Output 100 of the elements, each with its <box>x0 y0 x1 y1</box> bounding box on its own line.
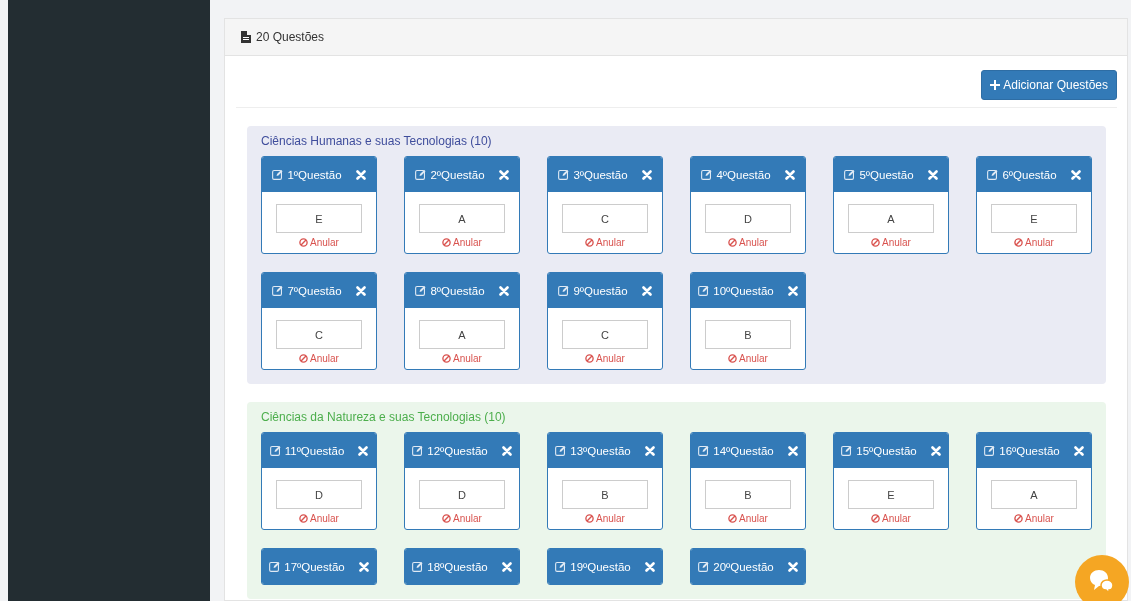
cancel-link[interactable]: Anular <box>871 237 911 248</box>
answer-field[interactable]: A <box>419 204 505 233</box>
ban-icon <box>585 238 595 247</box>
cancel-link[interactable]: Anular <box>871 513 911 524</box>
edit-icon[interactable] <box>698 285 710 296</box>
ban-icon <box>871 238 881 247</box>
add-questions-button[interactable]: Adicionar Questões <box>981 70 1117 100</box>
ban-icon <box>442 514 452 523</box>
edit-icon[interactable] <box>841 445 853 456</box>
close-icon[interactable] <box>930 445 941 456</box>
question-title: 15ºQuestão <box>856 444 917 457</box>
edit-icon[interactable] <box>844 169 856 180</box>
section-title: Ciências da Natureza e suas Tecnologias (10) <box>261 410 507 424</box>
cancel-link[interactable]: Anular <box>728 237 768 248</box>
answer-field[interactable]: D <box>705 204 791 233</box>
ban-icon <box>1014 238 1024 247</box>
close-icon[interactable] <box>1073 445 1084 456</box>
ban-icon <box>442 238 452 247</box>
close-icon[interactable] <box>927 169 938 180</box>
question-title: 7ºQuestão <box>287 284 342 297</box>
answer-field[interactable]: B <box>705 480 791 509</box>
cancel-link[interactable]: Anular <box>442 237 482 248</box>
cancel-link[interactable]: Anular <box>442 353 482 364</box>
question-title: 10ºQuestão <box>713 284 774 297</box>
answer-field[interactable]: D <box>419 480 505 509</box>
answer-field[interactable]: C <box>562 204 648 233</box>
close-icon[interactable] <box>641 169 652 180</box>
edit-icon[interactable] <box>555 445 567 456</box>
edit-icon[interactable] <box>272 285 284 296</box>
close-icon[interactable] <box>501 445 512 456</box>
answer-field[interactable]: A <box>991 480 1077 509</box>
panel-title: 20 Questões <box>256 30 325 44</box>
answer-field[interactable]: D <box>276 480 362 509</box>
edit-icon[interactable] <box>412 445 424 456</box>
answer-field[interactable]: A <box>419 320 505 349</box>
close-icon[interactable] <box>498 169 509 180</box>
question-title: 14ºQuestão <box>713 444 774 457</box>
close-icon[interactable] <box>641 285 652 296</box>
edit-icon[interactable] <box>558 285 570 296</box>
close-icon[interactable] <box>644 561 655 572</box>
close-icon[interactable] <box>355 285 366 296</box>
edit-icon[interactable] <box>412 561 424 572</box>
question-title: 5ºQuestão <box>859 168 914 181</box>
question-title: 17ºQuestão <box>284 560 345 573</box>
question-title: 11ºQuestão <box>284 444 345 457</box>
close-icon[interactable] <box>787 561 798 572</box>
question-title: 8ºQuestão <box>430 284 485 297</box>
ban-icon <box>585 514 595 523</box>
cancel-link[interactable]: Anular <box>1014 237 1054 248</box>
plus-icon <box>990 80 1001 90</box>
cancel-link[interactable]: Anular <box>585 237 625 248</box>
edit-icon[interactable] <box>415 285 427 296</box>
edit-icon[interactable] <box>698 561 710 572</box>
close-icon[interactable] <box>501 561 512 572</box>
close-icon[interactable] <box>784 169 795 180</box>
cancel-link[interactable]: Anular <box>585 353 625 364</box>
close-icon[interactable] <box>787 285 798 296</box>
edit-icon[interactable] <box>701 169 713 180</box>
ban-icon <box>1014 514 1024 523</box>
edit-icon[interactable] <box>415 169 427 180</box>
cancel-link[interactable]: Anular <box>442 513 482 524</box>
answer-field[interactable]: E <box>848 480 934 509</box>
cancel-link[interactable]: Anular <box>299 353 339 364</box>
cancel-link[interactable]: Anular <box>728 513 768 524</box>
close-icon[interactable] <box>358 561 369 572</box>
close-icon[interactable] <box>358 445 369 456</box>
edit-icon[interactable] <box>987 169 999 180</box>
edit-icon[interactable] <box>558 169 570 180</box>
question-title: 4ºQuestão <box>716 168 771 181</box>
question-title: 6ºQuestão <box>1002 168 1057 181</box>
close-icon[interactable] <box>1070 169 1081 180</box>
close-icon[interactable] <box>498 285 509 296</box>
cancel-link[interactable]: Anular <box>299 237 339 248</box>
close-icon[interactable] <box>644 445 655 456</box>
answer-field[interactable]: E <box>276 204 362 233</box>
edit-icon[interactable] <box>269 561 281 572</box>
ban-icon <box>585 354 595 363</box>
edit-icon[interactable] <box>269 445 281 456</box>
ban-icon <box>442 354 452 363</box>
question-title: 16ºQuestão <box>999 444 1060 457</box>
edit-icon[interactable] <box>984 445 996 456</box>
answer-field[interactable]: B <box>705 320 791 349</box>
cancel-link[interactable]: Anular <box>728 353 768 364</box>
edit-icon[interactable] <box>555 561 567 572</box>
question-title: 18ºQuestão <box>427 560 488 573</box>
answer-field[interactable]: C <box>276 320 362 349</box>
document-icon <box>241 31 251 43</box>
edit-icon[interactable] <box>698 445 710 456</box>
cancel-link[interactable]: Anular <box>299 513 339 524</box>
close-icon[interactable] <box>355 169 366 180</box>
cancel-link[interactable]: Anular <box>585 513 625 524</box>
question-title: 20ºQuestão <box>713 560 774 573</box>
ban-icon <box>728 238 738 247</box>
answer-field[interactable]: E <box>991 204 1077 233</box>
answer-field[interactable]: A <box>848 204 934 233</box>
edit-icon[interactable] <box>272 169 284 180</box>
answer-field[interactable]: B <box>562 480 648 509</box>
cancel-link[interactable]: Anular <box>1014 513 1054 524</box>
close-icon[interactable] <box>787 445 798 456</box>
answer-field[interactable]: C <box>562 320 648 349</box>
